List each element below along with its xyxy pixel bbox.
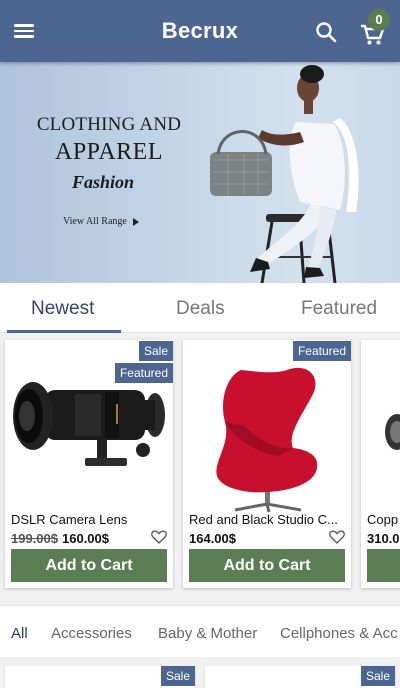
product-name[interactable]: Red and Black Studio C...	[189, 512, 347, 527]
category-baby-mother[interactable]: Baby & Mother	[158, 625, 257, 642]
camera-lens-image	[13, 382, 165, 466]
view-all-range-link[interactable]: View All Range	[63, 216, 139, 227]
menu-icon[interactable]	[14, 19, 40, 43]
app-title: Becrux	[161, 18, 239, 43]
search-icon[interactable]	[314, 20, 338, 44]
product-grid: Sale Sale	[0, 657, 400, 688]
product-image	[385, 414, 400, 450]
sale-badge: Sale	[360, 666, 395, 686]
product-tabs: Newest Deals Featured	[0, 283, 400, 333]
product-price: 164.00$	[189, 531, 236, 546]
fashion-model-image	[210, 65, 359, 283]
tab-newest[interactable]: Newest	[31, 298, 94, 320]
add-to-cart-button[interactable]	[367, 549, 400, 582]
top-app-bar: Becrux 0	[0, 0, 400, 62]
featured-badge: Featured	[292, 341, 351, 361]
category-cellphones[interactable]: Cellphones & Acc	[280, 625, 398, 642]
product-carousel[interactable]: Sale Featured DSLR Camera Lens 199.00$ 16…	[0, 333, 400, 605]
sale-price: 160.00$	[62, 531, 109, 546]
add-to-cart-button[interactable]: Add to Cart	[11, 549, 167, 582]
play-arrow-icon	[132, 217, 139, 226]
product-card[interactable]: Sale	[205, 666, 395, 688]
category-filter-bar[interactable]: All Accessories Baby & Mother Cellphones…	[0, 605, 400, 657]
promo-banner[interactable]: CLOTHING AND APPAREL Fashion View All Ra…	[0, 62, 400, 283]
category-accessories[interactable]: Accessories	[51, 625, 132, 642]
sale-price: 310.0	[367, 531, 400, 546]
product-price: 199.00$ 160.00$	[11, 531, 109, 546]
product-name[interactable]: DSLR Camera Lens	[11, 512, 169, 527]
sale-price: 164.00$	[189, 531, 236, 546]
add-to-cart-button[interactable]: Add to Cart	[189, 549, 345, 582]
product-price: 310.0	[367, 531, 400, 546]
tab-deals[interactable]: Deals	[176, 298, 225, 320]
app: Becrux 0 CLOTHING AND APPAREL Fashion Vi…	[0, 0, 400, 688]
banner-subheading: Fashion	[71, 172, 135, 192]
view-all-range-label: View All Range	[63, 216, 127, 227]
sale-badge: Sale	[160, 666, 195, 686]
cart-count-badge: 0	[368, 9, 390, 31]
product-card[interactable]: Sale	[5, 666, 195, 688]
egg-chair-image	[216, 367, 318, 513]
sale-badge: Sale	[138, 341, 173, 361]
heart-icon[interactable]	[151, 530, 167, 544]
original-price: 199.00$	[11, 531, 58, 546]
banner-heading-line2: APPAREL	[55, 139, 163, 165]
product-card[interactable]: Sale Featured DSLR Camera Lens 199.00$ 16…	[5, 340, 173, 588]
category-all[interactable]: All	[11, 625, 28, 642]
product-card[interactable]: Copp 310.0	[361, 340, 400, 588]
banner-heading-line1: CLOTHING AND	[36, 114, 182, 135]
product-name[interactable]: Copp	[367, 512, 400, 527]
tab-featured[interactable]: Featured	[301, 298, 377, 320]
heart-icon[interactable]	[329, 530, 345, 544]
product-card[interactable]: Featured Red and Black Studio C... 164.0…	[183, 340, 351, 588]
